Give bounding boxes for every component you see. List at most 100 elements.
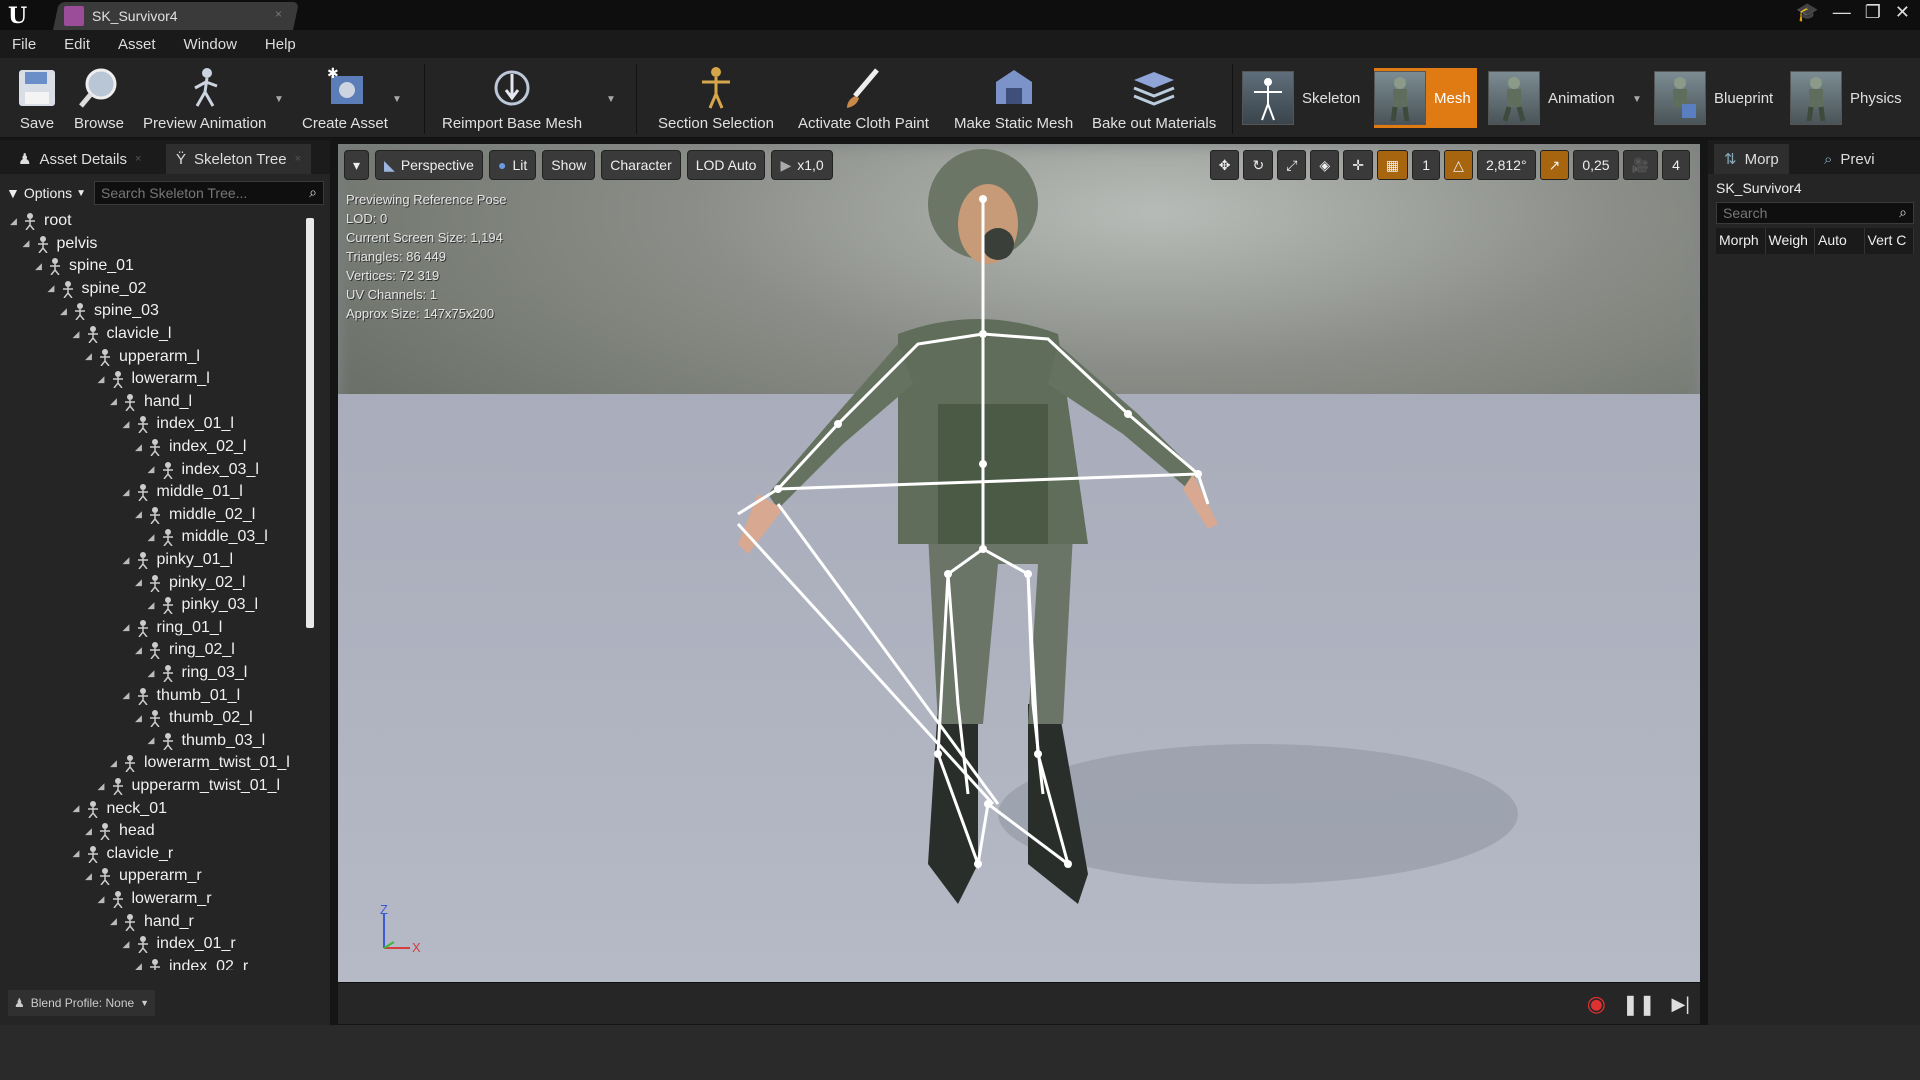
mode-blueprint-button[interactable]: Blueprint	[1654, 68, 1779, 128]
column-weight[interactable]: Weigh	[1766, 228, 1815, 254]
expand-arrow-icon[interactable]: ◢	[148, 464, 160, 475]
tree-row-bone[interactable]: ◢ root	[10, 210, 72, 232]
expand-arrow-icon[interactable]: ◢	[123, 487, 135, 498]
section-selection-button[interactable]: Section Selection	[658, 62, 774, 136]
tab-morph-targets[interactable]: ⇅ Morp	[1714, 144, 1789, 174]
rotate-mode-icon[interactable]: ↻	[1243, 150, 1274, 180]
close-button[interactable]: ✕	[1895, 2, 1910, 23]
expand-arrow-icon[interactable]: ◢	[123, 690, 135, 701]
tree-row-bone[interactable]: ◢ upperarm_l	[85, 346, 200, 368]
animation-mode-dropdown-icon[interactable]: ▼	[1632, 94, 1642, 105]
tab-preview-settings[interactable]: ⌕ Previ	[1814, 144, 1885, 174]
browse-button[interactable]: Browse	[74, 62, 124, 136]
expand-arrow-icon[interactable]: ◢	[135, 509, 147, 520]
scale-mode-icon[interactable]: ⤢	[1277, 150, 1307, 180]
tree-row-bone[interactable]: ◢ head	[85, 820, 155, 842]
expand-arrow-icon[interactable]: ◢	[135, 961, 147, 970]
preview-animation-dropdown-icon[interactable]: ▼	[274, 94, 284, 105]
tree-row-bone[interactable]: ◢ ring_01_l	[123, 617, 222, 639]
tree-row-bone[interactable]: ◢ index_01_l	[123, 413, 234, 435]
tab-close-icon[interactable]: ×	[275, 7, 282, 21]
menu-help[interactable]: Help	[265, 36, 296, 53]
tree-row-bone[interactable]: ◢ thumb_03_l	[148, 730, 265, 752]
column-vert-count[interactable]: Vert C	[1865, 228, 1914, 254]
camera-speed-value[interactable]: 4	[1662, 150, 1690, 180]
tree-row-bone[interactable]: ◢ lowerarm_r	[98, 888, 212, 910]
column-morph[interactable]: Morph	[1716, 228, 1766, 254]
record-icon[interactable]: ◉	[1587, 991, 1606, 1017]
character-button[interactable]: Character	[601, 150, 681, 180]
options-button[interactable]: ▼ Options ▼	[6, 185, 86, 201]
tree-scrollbar[interactable]	[306, 218, 314, 628]
mode-mesh-button[interactable]: Mesh	[1374, 68, 1477, 128]
tree-row-bone[interactable]: ◢ lowerarm_twist_01_l	[110, 752, 290, 774]
menu-window[interactable]: Window	[184, 36, 237, 53]
reimport-base-mesh-button[interactable]: Reimport Base Mesh	[442, 62, 582, 136]
tree-row-bone[interactable]: ◢ index_03_l	[148, 459, 259, 481]
make-static-mesh-button[interactable]: Make Static Mesh	[954, 62, 1073, 136]
scale-snap-icon[interactable]: ↗	[1539, 150, 1570, 180]
mode-skeleton-button[interactable]: Skeleton	[1242, 68, 1366, 128]
tree-row-bone[interactable]: ◢ pelvis	[23, 233, 97, 255]
lod-button[interactable]: LOD Auto	[686, 150, 766, 180]
tree-row-bone[interactable]: ◢ neck_01	[73, 798, 167, 820]
create-asset-dropdown-icon[interactable]: ▼	[392, 94, 402, 105]
create-asset-button[interactable]: ✱ Create Asset	[302, 62, 388, 136]
expand-arrow-icon[interactable]: ◢	[110, 396, 122, 407]
tree-row-bone[interactable]: ◢ pinky_02_l	[135, 572, 246, 594]
tree-row-bone[interactable]: ◢ index_01_r	[123, 933, 236, 955]
expand-arrow-icon[interactable]: ◢	[123, 555, 135, 566]
tree-row-bone[interactable]: ◢ upperarm_r	[85, 865, 202, 887]
expand-arrow-icon[interactable]: ◢	[10, 216, 22, 227]
document-tab-content[interactable]: SK_Survivor4	[64, 3, 178, 29]
tree-row-bone[interactable]: ◢ hand_l	[110, 391, 192, 413]
expand-arrow-icon[interactable]: ◢	[85, 351, 97, 362]
scale-snap-value[interactable]: 0,25	[1573, 150, 1619, 180]
expand-arrow-icon[interactable]: ◢	[73, 848, 85, 859]
grid-size-value[interactable]: 1	[1412, 150, 1441, 180]
expand-arrow-icon[interactable]: ◢	[110, 916, 122, 927]
unreal-logo-icon[interactable]: U	[8, 3, 34, 29]
expand-arrow-icon[interactable]: ◢	[110, 758, 122, 769]
expand-arrow-icon[interactable]: ◢	[123, 939, 135, 950]
expand-arrow-icon[interactable]: ◢	[73, 803, 85, 814]
tree-row-bone[interactable]: ◢ spine_01	[35, 255, 134, 277]
rotation-snap-icon[interactable]: △	[1444, 150, 1473, 180]
expand-arrow-icon[interactable]: ◢	[73, 329, 85, 340]
tab-asset-details[interactable]: ♟ Asset Details ×	[8, 144, 151, 174]
tree-row-bone[interactable]: ◢ spine_02	[48, 278, 146, 300]
tab-close-icon[interactable]: ×	[135, 153, 141, 165]
column-auto[interactable]: Auto	[1815, 228, 1865, 254]
tree-row-bone[interactable]: ◢ middle_02_l	[135, 504, 255, 526]
expand-arrow-icon[interactable]: ◢	[148, 668, 160, 679]
expand-arrow-icon[interactable]: ◢	[123, 419, 135, 430]
expand-arrow-icon[interactable]: ◢	[48, 283, 60, 294]
morph-search-input[interactable]: Search ⌕	[1716, 202, 1914, 224]
tree-row-bone[interactable]: ◢ upperarm_twist_01_l	[98, 775, 280, 797]
skeleton-search-input[interactable]: Search Skeleton Tree... ⌕	[94, 181, 324, 205]
tree-row-bone[interactable]: ◢ thumb_02_l	[135, 707, 253, 729]
minimize-button[interactable]: —	[1833, 2, 1851, 23]
world-local-icon[interactable]: ◈	[1310, 150, 1340, 180]
step-forward-icon[interactable]: ▶|	[1671, 994, 1690, 1015]
expand-arrow-icon[interactable]: ◢	[135, 442, 147, 453]
tree-row-bone[interactable]: ◢ thumb_01_l	[123, 685, 240, 707]
camera-speed-icon[interactable]: 🎥	[1622, 150, 1658, 180]
tree-row-bone[interactable]: ◢ pinky_03_l	[148, 594, 258, 616]
expand-arrow-icon[interactable]: ◢	[148, 600, 160, 611]
surface-snap-icon[interactable]: ✛	[1343, 150, 1373, 180]
expand-arrow-icon[interactable]: ◢	[98, 894, 110, 905]
expand-arrow-icon[interactable]: ◢	[148, 532, 160, 543]
playback-speed-button[interactable]: ▶ x1,0	[771, 150, 833, 180]
maximize-button[interactable]: ❐	[1865, 2, 1881, 23]
preview-animation-button[interactable]: Preview Animation	[143, 62, 266, 136]
expand-arrow-icon[interactable]: ◢	[98, 374, 110, 385]
lit-button[interactable]: ● Lit	[488, 150, 537, 180]
expand-arrow-icon[interactable]: ◢	[85, 826, 97, 837]
tree-row-bone[interactable]: ◢ hand_r	[110, 911, 194, 933]
viewport[interactable]: ▾ ◣ Perspective ● Lit Show Character LOD…	[338, 144, 1700, 982]
tree-row-bone[interactable]: ◢ lowerarm_l	[98, 368, 210, 390]
reimport-dropdown-icon[interactable]: ▼	[606, 94, 616, 105]
viewport-options-button[interactable]: ▾	[344, 150, 370, 180]
expand-arrow-icon[interactable]: ◢	[135, 577, 147, 588]
